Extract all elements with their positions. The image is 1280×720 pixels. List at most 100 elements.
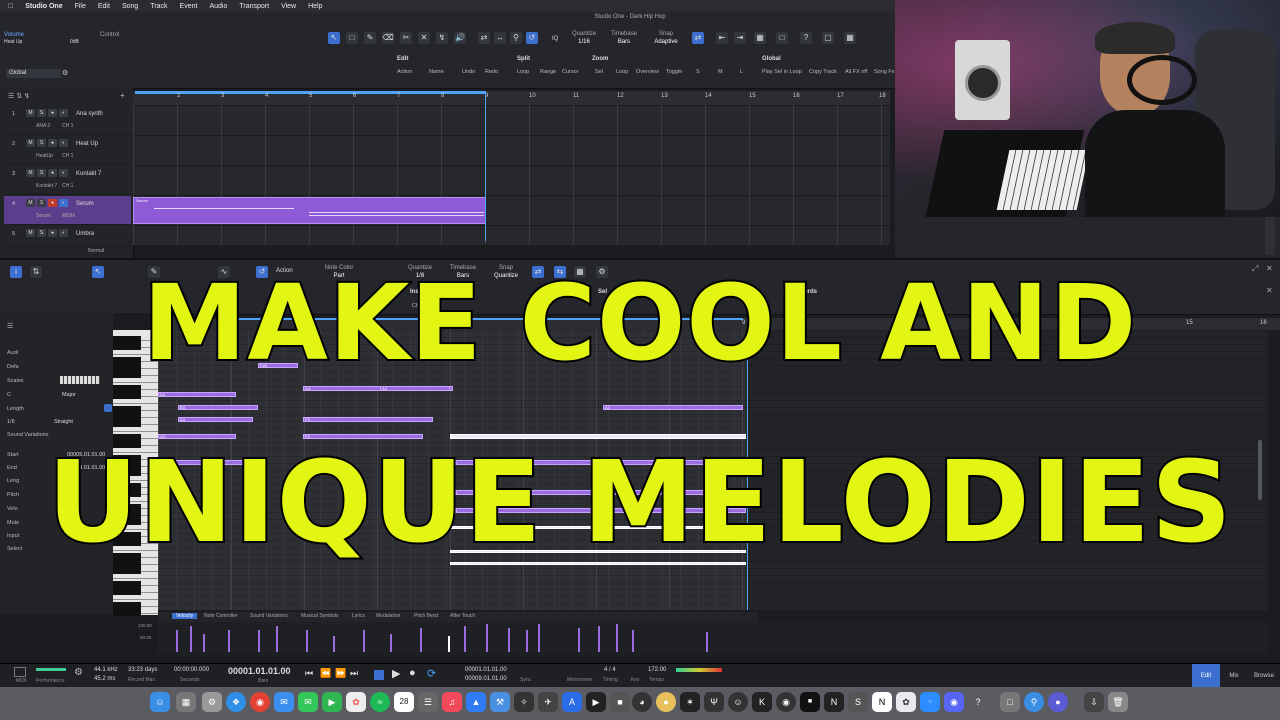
- track-channel[interactable]: CH 1: [62, 123, 73, 129]
- keynote-icon[interactable]: ▲: [466, 692, 486, 712]
- trash-icon[interactable]: 🗑: [1108, 692, 1128, 712]
- vertical-scrollbar[interactable]: [1265, 217, 1275, 255]
- play-sel-loop-button[interactable]: Play Sel in Loop: [762, 69, 802, 75]
- arrow-tool-icon[interactable]: ↖: [328, 32, 340, 44]
- circle-app-icon[interactable]: ●: [656, 692, 676, 712]
- script-app-icon[interactable]: ✿: [896, 692, 916, 712]
- position-display[interactable]: 00001.01.01.00: [228, 666, 291, 676]
- zoom-tool-icon[interactable]: ⚲: [510, 32, 522, 44]
- izotope-icon[interactable]: ■: [800, 692, 820, 712]
- mute-button[interactable]: M: [26, 139, 35, 147]
- control-label[interactable]: Control: [100, 32, 119, 38]
- track-name[interactable]: Serum: [76, 201, 94, 207]
- midi-note[interactable]: F3: [303, 417, 433, 422]
- black-key[interactable]: [113, 581, 141, 588]
- tab-edit[interactable]: Edit: [1192, 664, 1220, 688]
- mute-button[interactable]: M: [26, 199, 35, 207]
- zoom-overview-button[interactable]: Overview: [636, 69, 659, 75]
- global-select[interactable]: Global: [6, 69, 61, 78]
- velocity-bar[interactable]: [258, 630, 260, 652]
- menu-edit[interactable]: Edit: [98, 3, 110, 10]
- play-icon[interactable]: ▶: [392, 667, 400, 680]
- copy-track-button[interactable]: Copy Track: [809, 69, 837, 75]
- split-cursor-button[interactable]: Cursor: [562, 69, 579, 75]
- loop-start[interactable]: 00001.01.01.00: [465, 667, 507, 673]
- photos-icon[interactable]: ✿: [346, 692, 366, 712]
- preview-icon[interactable]: □: [1000, 692, 1020, 712]
- monitor-button[interactable]: ◐: [59, 229, 68, 237]
- volume-value[interactable]: 0dB: [70, 39, 79, 45]
- tab-mix[interactable]: Mix: [1220, 664, 1248, 688]
- eraser-tool-icon[interactable]: ⌫: [382, 32, 394, 44]
- downloads-icon[interactable]: ⇩: [1084, 692, 1104, 712]
- track-instrument[interactable]: Serum: [36, 213, 51, 219]
- autoscroll-icon[interactable]: ⇄: [692, 32, 704, 44]
- arrange-ruler[interactable]: 2 3 4 5 6 7 8 9 10 11 12 13 14 15 16 17 …: [133, 91, 890, 105]
- app-store-icon[interactable]: A: [562, 692, 582, 712]
- utility-icon[interactable]: ■: [610, 692, 630, 712]
- menu-audio[interactable]: Audio: [209, 3, 227, 10]
- menu-help[interactable]: Help: [308, 3, 322, 10]
- help-icon[interactable]: ?: [800, 32, 812, 44]
- solo-button[interactable]: S: [37, 229, 46, 237]
- scale-root[interactable]: C: [7, 392, 11, 398]
- ai-app-icon[interactable]: ●: [1048, 692, 1068, 712]
- menu-track[interactable]: Track: [150, 3, 167, 10]
- chat-app-icon[interactable]: ☺: [728, 692, 748, 712]
- tab-lyrics[interactable]: Lyrics: [352, 613, 365, 619]
- forward-end-icon[interactable]: ⏭: [350, 668, 358, 679]
- discord-icon[interactable]: ◉: [944, 692, 964, 712]
- track-name[interactable]: Umbra: [76, 231, 94, 237]
- zoom-m-button[interactable]: M: [718, 69, 723, 75]
- black-key[interactable]: [113, 420, 141, 427]
- solo-button[interactable]: S: [37, 199, 46, 207]
- midi-note[interactable]: A3: [603, 405, 743, 410]
- apple-icon[interactable]: : [8, 3, 13, 10]
- record-button[interactable]: ●: [48, 199, 57, 207]
- stop-icon[interactable]: [374, 670, 384, 680]
- velocity-bar[interactable]: [390, 634, 392, 652]
- split-tool-icon[interactable]: ✂: [400, 32, 412, 44]
- velocity-lane[interactable]: [158, 622, 748, 654]
- fork-app-icon[interactable]: Ψ: [704, 692, 724, 712]
- velocity-bar[interactable]: [228, 630, 230, 652]
- midi-note[interactable]: A3: [178, 417, 253, 422]
- dark-app-icon[interactable]: ✶: [680, 692, 700, 712]
- record-button[interactable]: ●: [48, 109, 57, 117]
- zoom-icon[interactable]: ○: [920, 692, 940, 712]
- zoom-toggle-button[interactable]: Toggle: [666, 69, 682, 75]
- velocity-bar[interactable]: [464, 626, 466, 652]
- undo-button[interactable]: Undo: [462, 69, 475, 75]
- velocity-lane-right[interactable]: [748, 622, 1268, 654]
- velocity-bar[interactable]: [616, 624, 618, 652]
- track-name[interactable]: Heat Up: [76, 141, 98, 147]
- track-channel[interactable]: MIDIn: [62, 213, 75, 219]
- quantize-value[interactable]: 1/16: [566, 39, 602, 45]
- velocity-bar[interactable]: [526, 630, 528, 652]
- black-key[interactable]: [113, 602, 141, 609]
- velocity-bar[interactable]: [363, 630, 365, 652]
- midi-monitor-icon[interactable]: [14, 667, 26, 677]
- menu-file[interactable]: File: [75, 3, 86, 10]
- black-key[interactable]: [113, 609, 141, 616]
- mail-icon[interactable]: ✉: [274, 692, 294, 712]
- iq-button[interactable]: IQ: [552, 36, 558, 42]
- facetime-icon[interactable]: ▶: [322, 692, 342, 712]
- record-button[interactable]: ●: [48, 169, 57, 177]
- notes-icon[interactable]: ☰: [418, 692, 438, 712]
- stretch-tool-icon[interactable]: ↔: [494, 32, 506, 44]
- loop-end[interactable]: 00009.01.01.00: [465, 676, 507, 682]
- messages-icon[interactable]: ✉: [298, 692, 318, 712]
- velocity-bar[interactable]: [306, 630, 308, 652]
- loop-tool-icon[interactable]: ⇄: [478, 32, 490, 44]
- black-key[interactable]: [113, 406, 141, 413]
- kontakt-app-icon[interactable]: K: [752, 692, 772, 712]
- tab-note-controller[interactable]: Note Controller: [204, 613, 238, 619]
- plugin-icon[interactable]: ✈: [538, 692, 558, 712]
- record-button[interactable]: ●: [48, 229, 57, 237]
- length-toggle-icon[interactable]: [104, 404, 112, 412]
- song-fx-button[interactable]: Song Fx: [874, 69, 894, 75]
- inspector-toggle-icon[interactable]: □: [776, 32, 788, 44]
- rewind-start-icon[interactable]: ⏮: [305, 668, 313, 679]
- track-instrument[interactable]: ANA 2: [36, 123, 50, 129]
